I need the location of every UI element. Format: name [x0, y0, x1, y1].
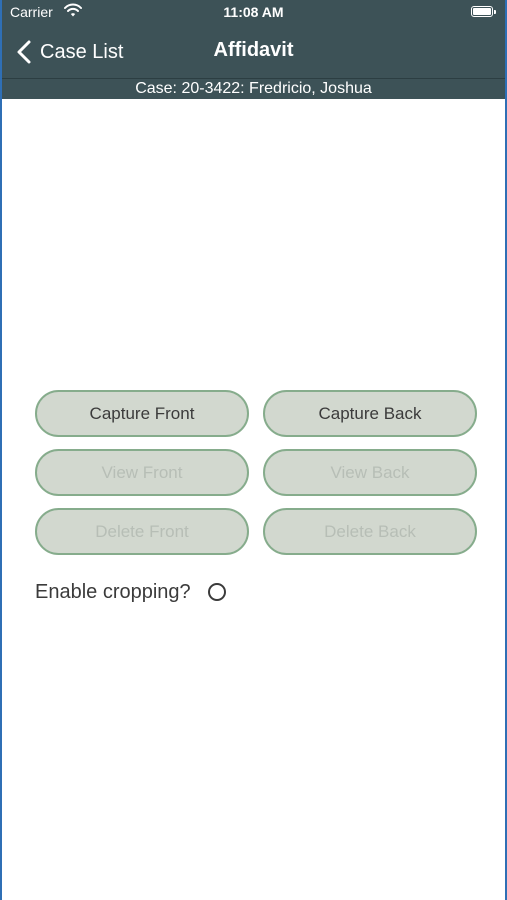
delete-back-button[interactable]: Delete Back	[263, 508, 477, 555]
status-bar: Carrier 11:08 AM	[2, 0, 505, 26]
case-subtitle: Case: 20-3422: Fredricio, Joshua	[135, 80, 372, 97]
delete-front-button[interactable]: Delete Front	[35, 508, 249, 555]
capture-back-button[interactable]: Capture Back	[263, 390, 477, 437]
page-title: Affidavit	[213, 39, 294, 61]
view-back-button[interactable]: View Back	[263, 449, 477, 496]
screen: Carrier 11:08 AM Case List Affidavit Cas…	[0, 0, 507, 900]
navigation-bar: Case List Affidavit	[2, 26, 505, 78]
view-front-button[interactable]: View Front	[35, 449, 249, 496]
radio-unchecked-icon[interactable]	[207, 583, 226, 601]
cropping-option: Enable cropping?	[35, 578, 226, 606]
header: Carrier 11:08 AM Case List Affidavit Cas…	[2, 0, 505, 99]
header-divider	[2, 78, 505, 79]
status-time: 11:08 AM	[223, 4, 284, 20]
battery-icon	[471, 6, 496, 17]
capture-front-button[interactable]: Capture Front	[35, 390, 249, 437]
cropping-label: Enable cropping?	[35, 580, 191, 603]
battery-level	[473, 8, 491, 15]
